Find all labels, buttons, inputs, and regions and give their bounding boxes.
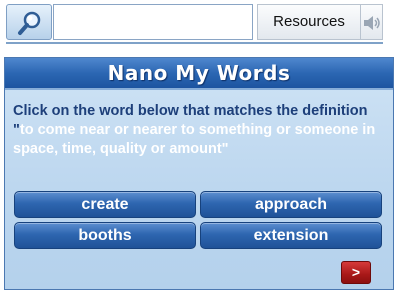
answer-button-approach[interactable]: approach xyxy=(200,191,382,218)
game-title: Nano My Words xyxy=(107,61,291,85)
magnifier-icon xyxy=(18,11,41,35)
search-button[interactable] xyxy=(6,4,52,40)
game-panel: Nano My Words Click on the word below th… xyxy=(4,57,394,290)
question-prompt: Click on the word below that matches the… xyxy=(13,102,389,159)
answer-button-extension[interactable]: extension xyxy=(200,222,382,249)
definition-text: to come near or nearer to something or s… xyxy=(13,122,376,157)
answer-button-booths[interactable]: booths xyxy=(14,222,196,249)
toolbar: Resources xyxy=(6,4,383,40)
next-button[interactable]: > xyxy=(341,261,371,284)
search-input[interactable] xyxy=(53,4,253,40)
speaker-icon xyxy=(364,16,380,30)
panel-header: Nano My Words xyxy=(5,58,393,90)
resources-button[interactable]: Resources xyxy=(257,4,361,40)
sound-button[interactable] xyxy=(361,4,383,40)
answer-button-create[interactable]: create xyxy=(14,191,196,218)
toolbar-divider xyxy=(6,42,383,44)
